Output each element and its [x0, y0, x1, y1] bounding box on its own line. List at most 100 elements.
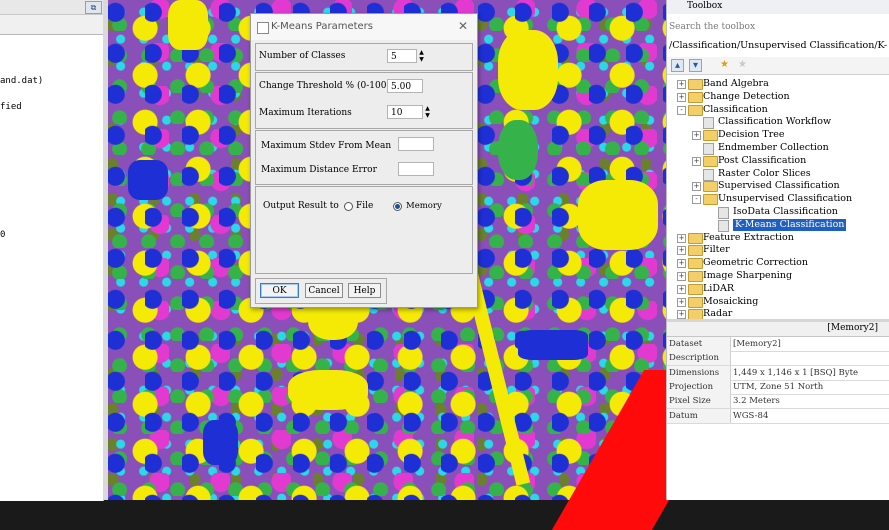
tree-item[interactable]: + Post Classification [667, 155, 889, 167]
change-threshold-input[interactable]: 5.00 [387, 79, 423, 93]
tree-item-label[interactable]: Mosaicking [703, 296, 758, 308]
number-of-classes-stepper[interactable]: ▲ ▼ [417, 49, 426, 63]
spin-up-icon[interactable]: ▲ [417, 49, 426, 56]
tree-item-label[interactable]: LiDAR [703, 283, 734, 295]
expand-plus-icon[interactable]: + [677, 310, 686, 319]
window-restore-icon[interactable]: ⧉ [85, 1, 102, 14]
tree-item[interactable]: + Filter [667, 244, 889, 257]
folder-icon [688, 271, 703, 282]
folder-icon [688, 258, 703, 270]
tree-item-label[interactable]: Geometric Correction [703, 257, 808, 269]
tree-item[interactable]: + Feature Extraction [667, 232, 889, 244]
layer-list-item[interactable]: and.dat) [0, 76, 43, 86]
tree-item[interactable]: - Unsupervised Classification [667, 193, 889, 206]
tree-item[interactable]: Endmember Collection [667, 142, 889, 155]
tree-item-label[interactable]: Unsupervised Classification [718, 193, 852, 205]
toolbox-title: Toolbox [687, 1, 723, 11]
tree-item[interactable]: + Supervised Classification [667, 180, 889, 193]
expand-plus-icon[interactable]: + [677, 233, 686, 243]
spin-down-icon[interactable]: ▼ [417, 56, 426, 63]
collapse-minus-icon[interactable]: - [692, 195, 701, 205]
tree-item-label[interactable]: IsoData Classification [733, 206, 838, 218]
spin-up-icon[interactable]: ▲ [423, 105, 432, 112]
tree-item-label[interactable]: Classification Workflow [718, 116, 831, 128]
tree-item[interactable]: + Geometric Correction [667, 257, 889, 270]
collapse-minus-icon[interactable]: - [677, 105, 686, 115]
expand-plus-icon[interactable]: + [677, 259, 686, 269]
expand-plus-icon[interactable]: + [677, 92, 686, 102]
folder-icon [688, 79, 703, 90]
property-key: Projection [667, 379, 731, 394]
max-iterations-input[interactable]: 10 [387, 105, 423, 119]
tree-item[interactable]: + Band Algebra [667, 78, 889, 90]
tree-item[interactable]: Classification Workflow [667, 116, 889, 130]
dialog-titlebar[interactable]: K-Means Parameters ✕ [251, 14, 477, 40]
tree-item-label[interactable]: Endmember Collection [718, 142, 829, 154]
tree-item-label[interactable]: Decision Tree [718, 129, 785, 141]
tree-item[interactable]: + Image Sharpening [667, 270, 889, 282]
raster-region-yellow [498, 30, 558, 110]
tree-item-label[interactable]: Filter [703, 244, 730, 256]
output-file-label[interactable]: File [356, 201, 373, 211]
property-key: Pixel Size [667, 394, 731, 409]
tree-item-label[interactable]: Post Classification [718, 155, 806, 167]
expand-plus-icon[interactable]: + [692, 131, 701, 141]
toolbox-search-input[interactable]: Search the toolbox [669, 22, 888, 32]
favorite-star-outline-icon[interactable]: ★ [737, 59, 748, 70]
close-icon[interactable]: ✕ [456, 19, 470, 33]
help-button[interactable]: Help [348, 283, 381, 298]
raster-region-yellow [288, 370, 368, 410]
tree-item[interactable]: + LiDAR [667, 283, 889, 295]
tree-item[interactable]: - Classification [667, 104, 889, 116]
output-file-radio[interactable] [344, 202, 353, 211]
tree-item-label[interactable]: Raster Color Slices [718, 168, 811, 180]
tree-item[interactable]: + Radar [667, 308, 889, 319]
tree-item[interactable]: + Mosaicking [667, 296, 889, 308]
tree-item-label[interactable]: Change Detection [703, 91, 790, 103]
tree-item-label[interactable]: Band Algebra [703, 78, 769, 90]
cancel-button[interactable]: Cancel [305, 283, 343, 298]
tree-item[interactable]: + Decision Tree [667, 129, 889, 142]
layer-list[interactable]: and.dat) fied 0 [0, 34, 104, 501]
property-key: Datum [667, 408, 731, 423]
tree-item-label[interactable]: Classification [703, 104, 768, 116]
max-iterations-label: Maximum Iterations [259, 108, 352, 118]
layer-list-item[interactable]: fied [0, 102, 22, 112]
tree-item[interactable]: K-Means Classification [667, 218, 889, 232]
tree-item[interactable]: IsoData Classification [667, 206, 889, 219]
tree-item[interactable]: Raster Color Slices [667, 168, 889, 181]
collapse-up-icon[interactable]: ▴ [671, 59, 684, 72]
tree-item-label[interactable]: Feature Extraction [703, 232, 794, 244]
max-distance-input[interactable] [398, 162, 434, 176]
tree-item[interactable]: + Change Detection [667, 91, 889, 103]
expand-plus-icon[interactable]: + [677, 246, 686, 256]
expand-plus-icon[interactable]: + [677, 80, 686, 89]
kmeans-parameters-dialog[interactable]: K-Means Parameters ✕ Number of Classes 5… [250, 13, 478, 308]
favorite-star-icon[interactable]: ★ [719, 59, 730, 70]
max-iterations-stepper[interactable]: ▲ ▼ [423, 105, 432, 119]
tree-item-label[interactable]: Supervised Classification [718, 180, 840, 192]
toolbox-tree[interactable]: + Band Algebra + Change Detection - Classific… [667, 76, 889, 319]
output-memory-label[interactable]: Memory [406, 201, 442, 211]
number-of-classes-input[interactable]: 5 [387, 49, 417, 63]
tree-item-label[interactable]: Radar [703, 308, 732, 319]
output-memory-radio[interactable] [393, 202, 402, 211]
ok-button[interactable]: OK [260, 283, 299, 298]
spin-down-icon[interactable]: ▼ [423, 112, 432, 119]
expand-plus-icon[interactable]: + [692, 156, 701, 166]
expand-plus-icon[interactable]: + [677, 272, 686, 281]
expand-plus-icon[interactable]: + [677, 284, 686, 294]
expand-plus-icon[interactable]: + [692, 182, 701, 192]
property-row: Datum WGS-84 [667, 408, 889, 424]
tree-item-label[interactable]: Image Sharpening [703, 270, 792, 282]
tree-item-label[interactable]: K-Means Classification [733, 218, 847, 231]
error-limits-group: Maximum Stdev From Mean Maximum Distance… [255, 130, 473, 185]
number-of-classes-group: Number of Classes 5 ▲ ▼ [255, 43, 473, 71]
max-stdev-input[interactable] [398, 137, 434, 151]
toolbox-titlebar: Toolbox [667, 0, 889, 14]
property-key: Dataset Name [667, 337, 731, 363]
tool-icon [718, 219, 729, 232]
expand-down-icon[interactable]: ▾ [689, 59, 702, 72]
expand-plus-icon[interactable]: + [677, 297, 686, 307]
layer-list-item[interactable]: 0 [0, 230, 5, 240]
